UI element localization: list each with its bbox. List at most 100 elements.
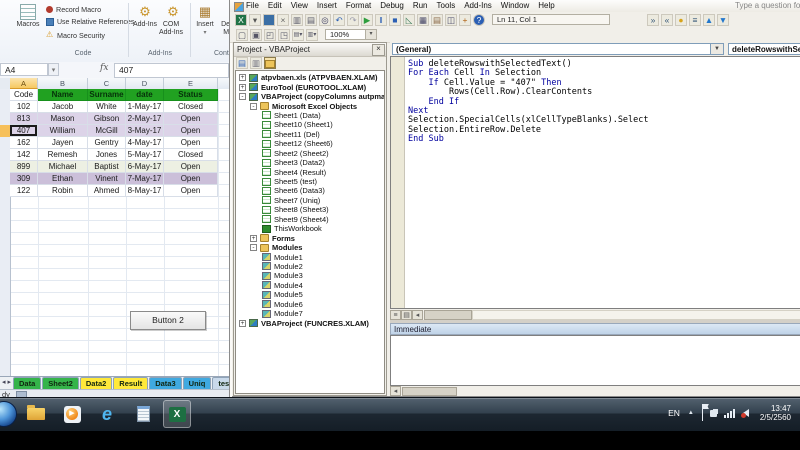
chevron-down-icon[interactable]: ▼ (710, 44, 723, 54)
reset-icon[interactable]: ■ (389, 14, 401, 26)
toolbox-icon[interactable]: + (459, 14, 471, 26)
cell[interactable]: Name (38, 89, 88, 101)
cell[interactable]: Mason (38, 113, 88, 125)
menu-insert[interactable]: Insert (317, 0, 337, 12)
cell[interactable]: Open (164, 185, 218, 197)
excel-taskbar-button[interactable]: X (163, 400, 191, 428)
media-player-taskbar-button[interactable]: ▶ (58, 400, 86, 428)
sheet-tab-data2[interactable]: Data2 (80, 377, 112, 389)
com-add-ins-button[interactable]: ⚙ COM Add-Ins (158, 2, 188, 50)
add-ins-button[interactable]: ⚙ Add-Ins (132, 2, 158, 50)
column-header-A[interactable]: A (10, 78, 38, 89)
menu-help[interactable]: Help (538, 0, 554, 12)
form-button[interactable]: Button 2 (130, 311, 206, 330)
cell[interactable]: Gibson (88, 113, 126, 125)
toggle-folders-icon[interactable] (264, 57, 276, 69)
cell[interactable]: 1-May-17 (126, 101, 164, 113)
tree-item[interactable]: ThisWorkbook (236, 224, 384, 233)
cell[interactable]: Open (164, 125, 218, 137)
notepad-taskbar-button[interactable] (129, 400, 157, 428)
object-dropdown[interactable]: (General)▼ (392, 43, 724, 55)
procedure-dropdown[interactable]: deleteRowswithSelectedText (728, 43, 800, 55)
save-icon[interactable] (263, 14, 275, 26)
cell[interactable]: Open (164, 173, 218, 185)
tree-item[interactable]: +atpvbaen.xls (ATPVBAEN.XLAM) (236, 73, 384, 82)
insert-function-icon[interactable]: fx (100, 63, 108, 73)
cell[interactable]: Robin (38, 185, 88, 197)
tree-item[interactable]: Module1 (236, 252, 384, 261)
column-header-F[interactable]: F (218, 78, 229, 89)
tree-item[interactable]: Sheet1 (Data) (236, 111, 384, 120)
scroll-left-icon[interactable]: ◂ (390, 386, 401, 396)
tree-item[interactable]: Sheet2 (Sheet2) (236, 149, 384, 158)
chevron-down-icon[interactable]: ▾ (365, 30, 376, 39)
menu-addins[interactable]: Add-Ins (464, 0, 492, 12)
cell[interactable]: 162 (10, 137, 38, 149)
window-layout-icon-4[interactable]: ◳ (278, 29, 290, 41)
menu-tools[interactable]: Tools (437, 0, 456, 12)
full-module-view-button[interactable]: ▤ (401, 310, 412, 320)
sheet-tab-data[interactable]: Data (13, 377, 41, 389)
cell[interactable]: Open (164, 113, 218, 125)
cell[interactable]: Closed (164, 149, 218, 161)
explorer-taskbar-button[interactable] (22, 400, 50, 428)
tree-item[interactable]: Sheet10 (Sheet1) (236, 120, 384, 129)
window-layout-icon-2[interactable]: ▣ (250, 29, 262, 41)
find-icon[interactable]: ◎ (319, 14, 331, 26)
column-header-C[interactable]: C (88, 78, 126, 89)
cell[interactable]: Open (164, 161, 218, 173)
hscrollbar-track[interactable] (472, 310, 800, 320)
tree-item[interactable]: -VBAProject (copyColumns autpma (236, 92, 384, 101)
tree-item[interactable]: Sheet4 (Result) (236, 167, 384, 176)
code-editor[interactable]: Sub deleteRowswithSelectedText()For Each… (390, 56, 800, 309)
tree-expander[interactable]: + (239, 74, 246, 81)
language-indicator[interactable]: EN (668, 408, 680, 418)
tree-item[interactable]: Module7 (236, 309, 384, 318)
cell[interactable]: Surname (88, 89, 126, 101)
sheet-tab-data3[interactable]: Data3 (149, 377, 181, 389)
cell[interactable]: 4-May-17 (126, 137, 164, 149)
column-header-D[interactable]: D (126, 78, 164, 89)
tree-item[interactable]: Sheet7 (Uniq) (236, 196, 384, 205)
redo-icon[interactable]: ↷ (347, 14, 359, 26)
tree-item[interactable]: Module5 (236, 290, 384, 299)
cell[interactable]: Vinent (88, 173, 126, 185)
tree-expander[interactable]: - (239, 93, 246, 100)
sheet-tab-sheet2[interactable]: Sheet2 (42, 377, 79, 389)
tree-item[interactable]: Sheet9 (Sheet4) (236, 215, 384, 224)
cell[interactable]: 813 (10, 113, 38, 125)
insert-userform-icon[interactable]: ▾ (249, 14, 261, 26)
view-object-icon[interactable]: ▥ (250, 57, 262, 69)
cell[interactable]: Status (164, 89, 218, 101)
cell[interactable]: Open (164, 137, 218, 149)
tree-item[interactable]: -Modules (236, 243, 384, 252)
cell[interactable]: Baptist (88, 161, 126, 173)
tree-item[interactable]: +Forms (236, 233, 384, 242)
volume-muted-icon[interactable] (743, 409, 749, 417)
sheet-tab-result[interactable]: Result (113, 377, 148, 389)
cell[interactable]: White (88, 101, 126, 113)
view-code-icon[interactable]: ▤ (236, 57, 248, 69)
menu-window[interactable]: Window (501, 0, 529, 12)
outdent-icon[interactable]: « (661, 14, 673, 26)
next-bookmark-icon[interactable]: ▼ (717, 14, 729, 26)
menu-run[interactable]: Run (413, 0, 428, 12)
menu-edit[interactable]: Edit (268, 0, 282, 12)
tree-item[interactable]: Sheet11 (Del) (236, 130, 384, 139)
use-relative-references-button[interactable]: Use Relative References (46, 16, 134, 28)
bookmark-icon[interactable]: ▲ (703, 14, 715, 26)
network-icon[interactable] (724, 409, 736, 418)
project-panel-title[interactable]: Project - VBAProject (234, 43, 386, 57)
tree-item[interactable]: +EuroTool (EUROTOOL.XLAM) (236, 82, 384, 91)
cell[interactable]: 7-May-17 (126, 173, 164, 185)
immediate-scroll-thumb[interactable] (402, 387, 457, 396)
cell[interactable]: Ethan (38, 173, 88, 185)
column-header-B[interactable]: B (38, 78, 88, 89)
hscrollbar-thumb[interactable] (424, 310, 472, 320)
cell[interactable]: Ahmed (88, 185, 126, 197)
menu-view[interactable]: View (291, 0, 308, 12)
tree-item[interactable]: Sheet5 (test) (236, 177, 384, 186)
cell[interactable]: William (38, 125, 88, 137)
cell[interactable]: Jones (88, 149, 126, 161)
cell[interactable]: Remesh (38, 149, 88, 161)
